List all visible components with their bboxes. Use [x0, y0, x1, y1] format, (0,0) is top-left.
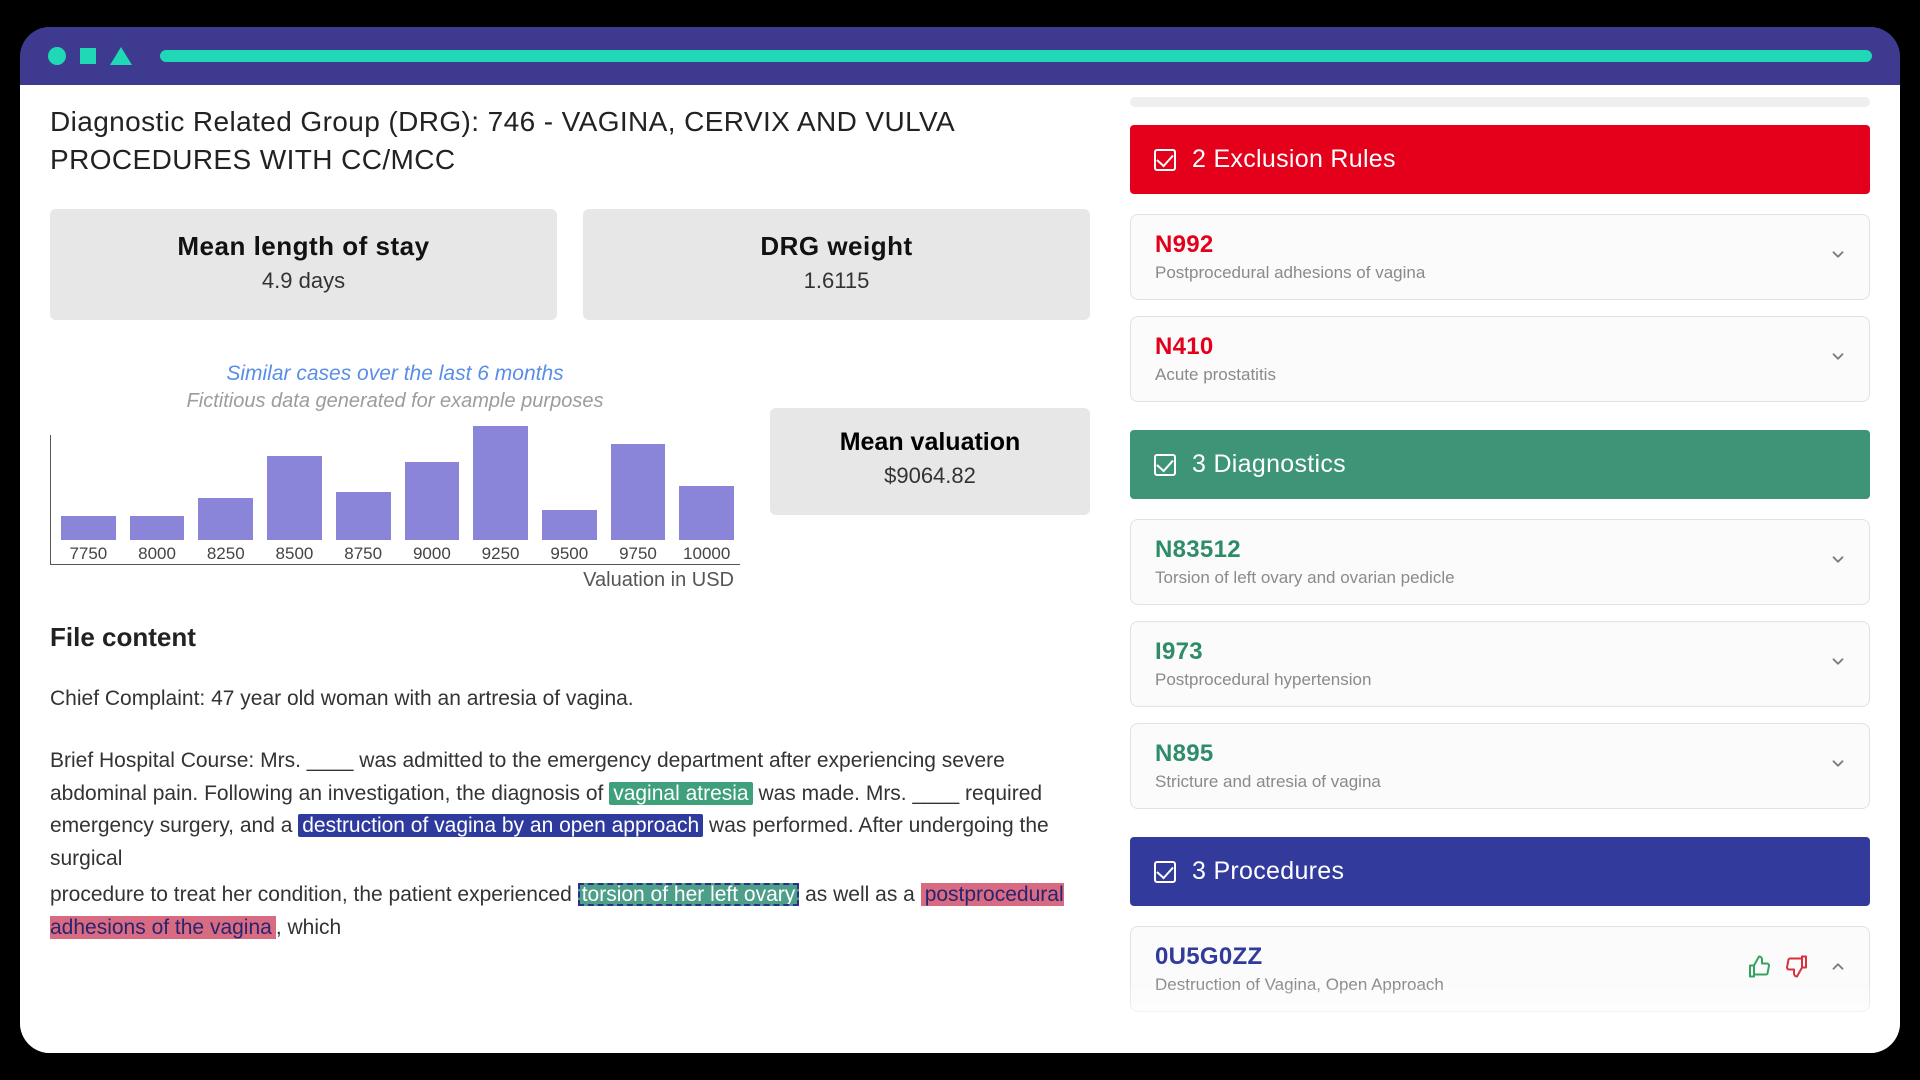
- code-card[interactable]: N83512 Torsion of left ovary and ovarian …: [1130, 519, 1870, 605]
- code-description: Torsion of left ovary and ovarian pedicl…: [1155, 568, 1813, 588]
- code-card[interactable]: N410 Acute prostatitis: [1130, 316, 1870, 402]
- checkbox-icon: [1154, 149, 1176, 171]
- chart-tick-label: 9750: [619, 544, 657, 564]
- panel-title: 3 Procedures: [1192, 857, 1344, 886]
- code-label: N992: [1155, 231, 1813, 259]
- code-card[interactable]: N895 Stricture and atresia of vagina: [1130, 723, 1870, 809]
- code-description: Destruction of Vagina, Open Approach: [1155, 975, 1813, 995]
- chevron-down-icon[interactable]: [1829, 551, 1847, 574]
- window-control-triangle-icon: [110, 47, 132, 65]
- chart-bar: 9500: [542, 510, 597, 564]
- code-label: N410: [1155, 333, 1813, 361]
- metric-length-of-stay: Mean length of stay 4.9 days: [50, 209, 557, 320]
- chart-tick-label: 7750: [69, 544, 107, 564]
- chart-bar: 10000: [679, 486, 734, 564]
- chart-tick-label: 8500: [276, 544, 314, 564]
- file-content-heading: File content: [50, 622, 1090, 653]
- address-bar[interactable]: [160, 50, 1872, 62]
- chart-tick-label: 9000: [413, 544, 451, 564]
- checkbox-icon: [1154, 454, 1176, 476]
- chart-tick-label: 8750: [344, 544, 382, 564]
- code-card[interactable]: 0U5G0ZZ Destruction of Vagina, Open Appro…: [1130, 926, 1870, 1012]
- chevron-down-icon[interactable]: [1829, 653, 1847, 676]
- chief-complaint: Chief Complaint: 47 year old woman with …: [50, 683, 1090, 716]
- hospital-course-1: Brief Hospital Course: Mrs. ____ was adm…: [50, 745, 1090, 875]
- code-label: I973: [1155, 638, 1813, 666]
- highlight-diagnosis[interactable]: vaginal atresia: [609, 782, 752, 805]
- metric-mean-valuation: Mean valuation $9064.82: [770, 408, 1090, 515]
- chart-bar: 8750: [336, 492, 391, 564]
- chevron-up-icon[interactable]: [1829, 958, 1847, 981]
- code-label: N895: [1155, 740, 1813, 768]
- highlight-diagnosis[interactable]: torsion of her left ovary: [578, 883, 800, 906]
- chevron-down-icon[interactable]: [1829, 755, 1847, 778]
- metric-value: 4.9 days: [60, 268, 547, 294]
- similar-cases-chart: Similar cases over the last 6 months Fic…: [50, 362, 740, 592]
- chart-tick-label: 8000: [138, 544, 176, 564]
- chart-xaxis-label: Valuation in USD: [50, 569, 740, 592]
- code-label: 0U5G0ZZ: [1155, 943, 1813, 971]
- highlight-procedure[interactable]: destruction of vagina by an open approac…: [298, 814, 703, 837]
- chart-bar: 9000: [405, 462, 460, 564]
- exclusion-rules-header[interactable]: 2 Exclusion Rules: [1130, 125, 1870, 194]
- window-control-square-icon: [80, 48, 96, 64]
- metric-drg-weight: DRG weight 1.6115: [583, 209, 1090, 320]
- chart-bar: 8500: [267, 456, 322, 564]
- drg-title: Diagnostic Related Group (DRG): 746 - VA…: [50, 103, 1090, 179]
- code-card[interactable]: N992 Postprocedural adhesions of vagina: [1130, 214, 1870, 300]
- code-description: Postprocedural hypertension: [1155, 670, 1813, 690]
- code-description: Stricture and atresia of vagina: [1155, 772, 1813, 792]
- metric-label: Mean valuation: [780, 428, 1080, 457]
- code-card[interactable]: I973 Postprocedural hypertension: [1130, 621, 1870, 707]
- window-titlebar: [20, 27, 1900, 85]
- procedures-header[interactable]: 3 Procedures: [1130, 837, 1870, 906]
- chart-bar: 8250: [198, 498, 253, 564]
- metric-value: 1.6115: [593, 268, 1080, 294]
- thumbs-down-icon[interactable]: [1785, 955, 1809, 984]
- chart-subtitle: Fictitious data generated for example pu…: [50, 390, 740, 413]
- code-description: Acute prostatitis: [1155, 365, 1813, 385]
- diagnostics-header[interactable]: 3 Diagnostics: [1130, 430, 1870, 499]
- code-label: N83512: [1155, 536, 1813, 564]
- chart-tick-label: 10000: [683, 544, 730, 564]
- chevron-down-icon[interactable]: [1829, 246, 1847, 269]
- hospital-course-2: procedure to treat her condition, the pa…: [50, 879, 1090, 944]
- panel-title: 2 Exclusion Rules: [1192, 145, 1396, 174]
- chart-tick-label: 9500: [550, 544, 588, 564]
- chart-bar: 9250: [473, 426, 528, 564]
- panel-title: 3 Diagnostics: [1192, 450, 1346, 479]
- thumbs-up-icon[interactable]: [1747, 955, 1771, 984]
- chart-tick-label: 9250: [482, 544, 520, 564]
- metric-value: $9064.82: [780, 463, 1080, 489]
- metric-label: Mean length of stay: [60, 231, 547, 262]
- window-control-circle-icon: [48, 47, 66, 65]
- chart-bar: 9750: [611, 444, 666, 564]
- file-content-body: Chief Complaint: 47 year old woman with …: [50, 683, 1090, 945]
- chart-bar: 7750: [61, 516, 116, 564]
- chart-tick-label: 8250: [207, 544, 245, 564]
- chart-bar: 8000: [130, 516, 185, 564]
- metric-label: DRG weight: [593, 231, 1080, 262]
- code-description: Postprocedural adhesions of vagina: [1155, 263, 1813, 283]
- checkbox-icon: [1154, 861, 1176, 883]
- browser-window: Diagnostic Related Group (DRG): 746 - VA…: [20, 27, 1900, 1053]
- list-item-placeholder: [1130, 97, 1870, 107]
- chart-title: Similar cases over the last 6 months: [50, 362, 740, 386]
- chevron-down-icon[interactable]: [1829, 348, 1847, 371]
